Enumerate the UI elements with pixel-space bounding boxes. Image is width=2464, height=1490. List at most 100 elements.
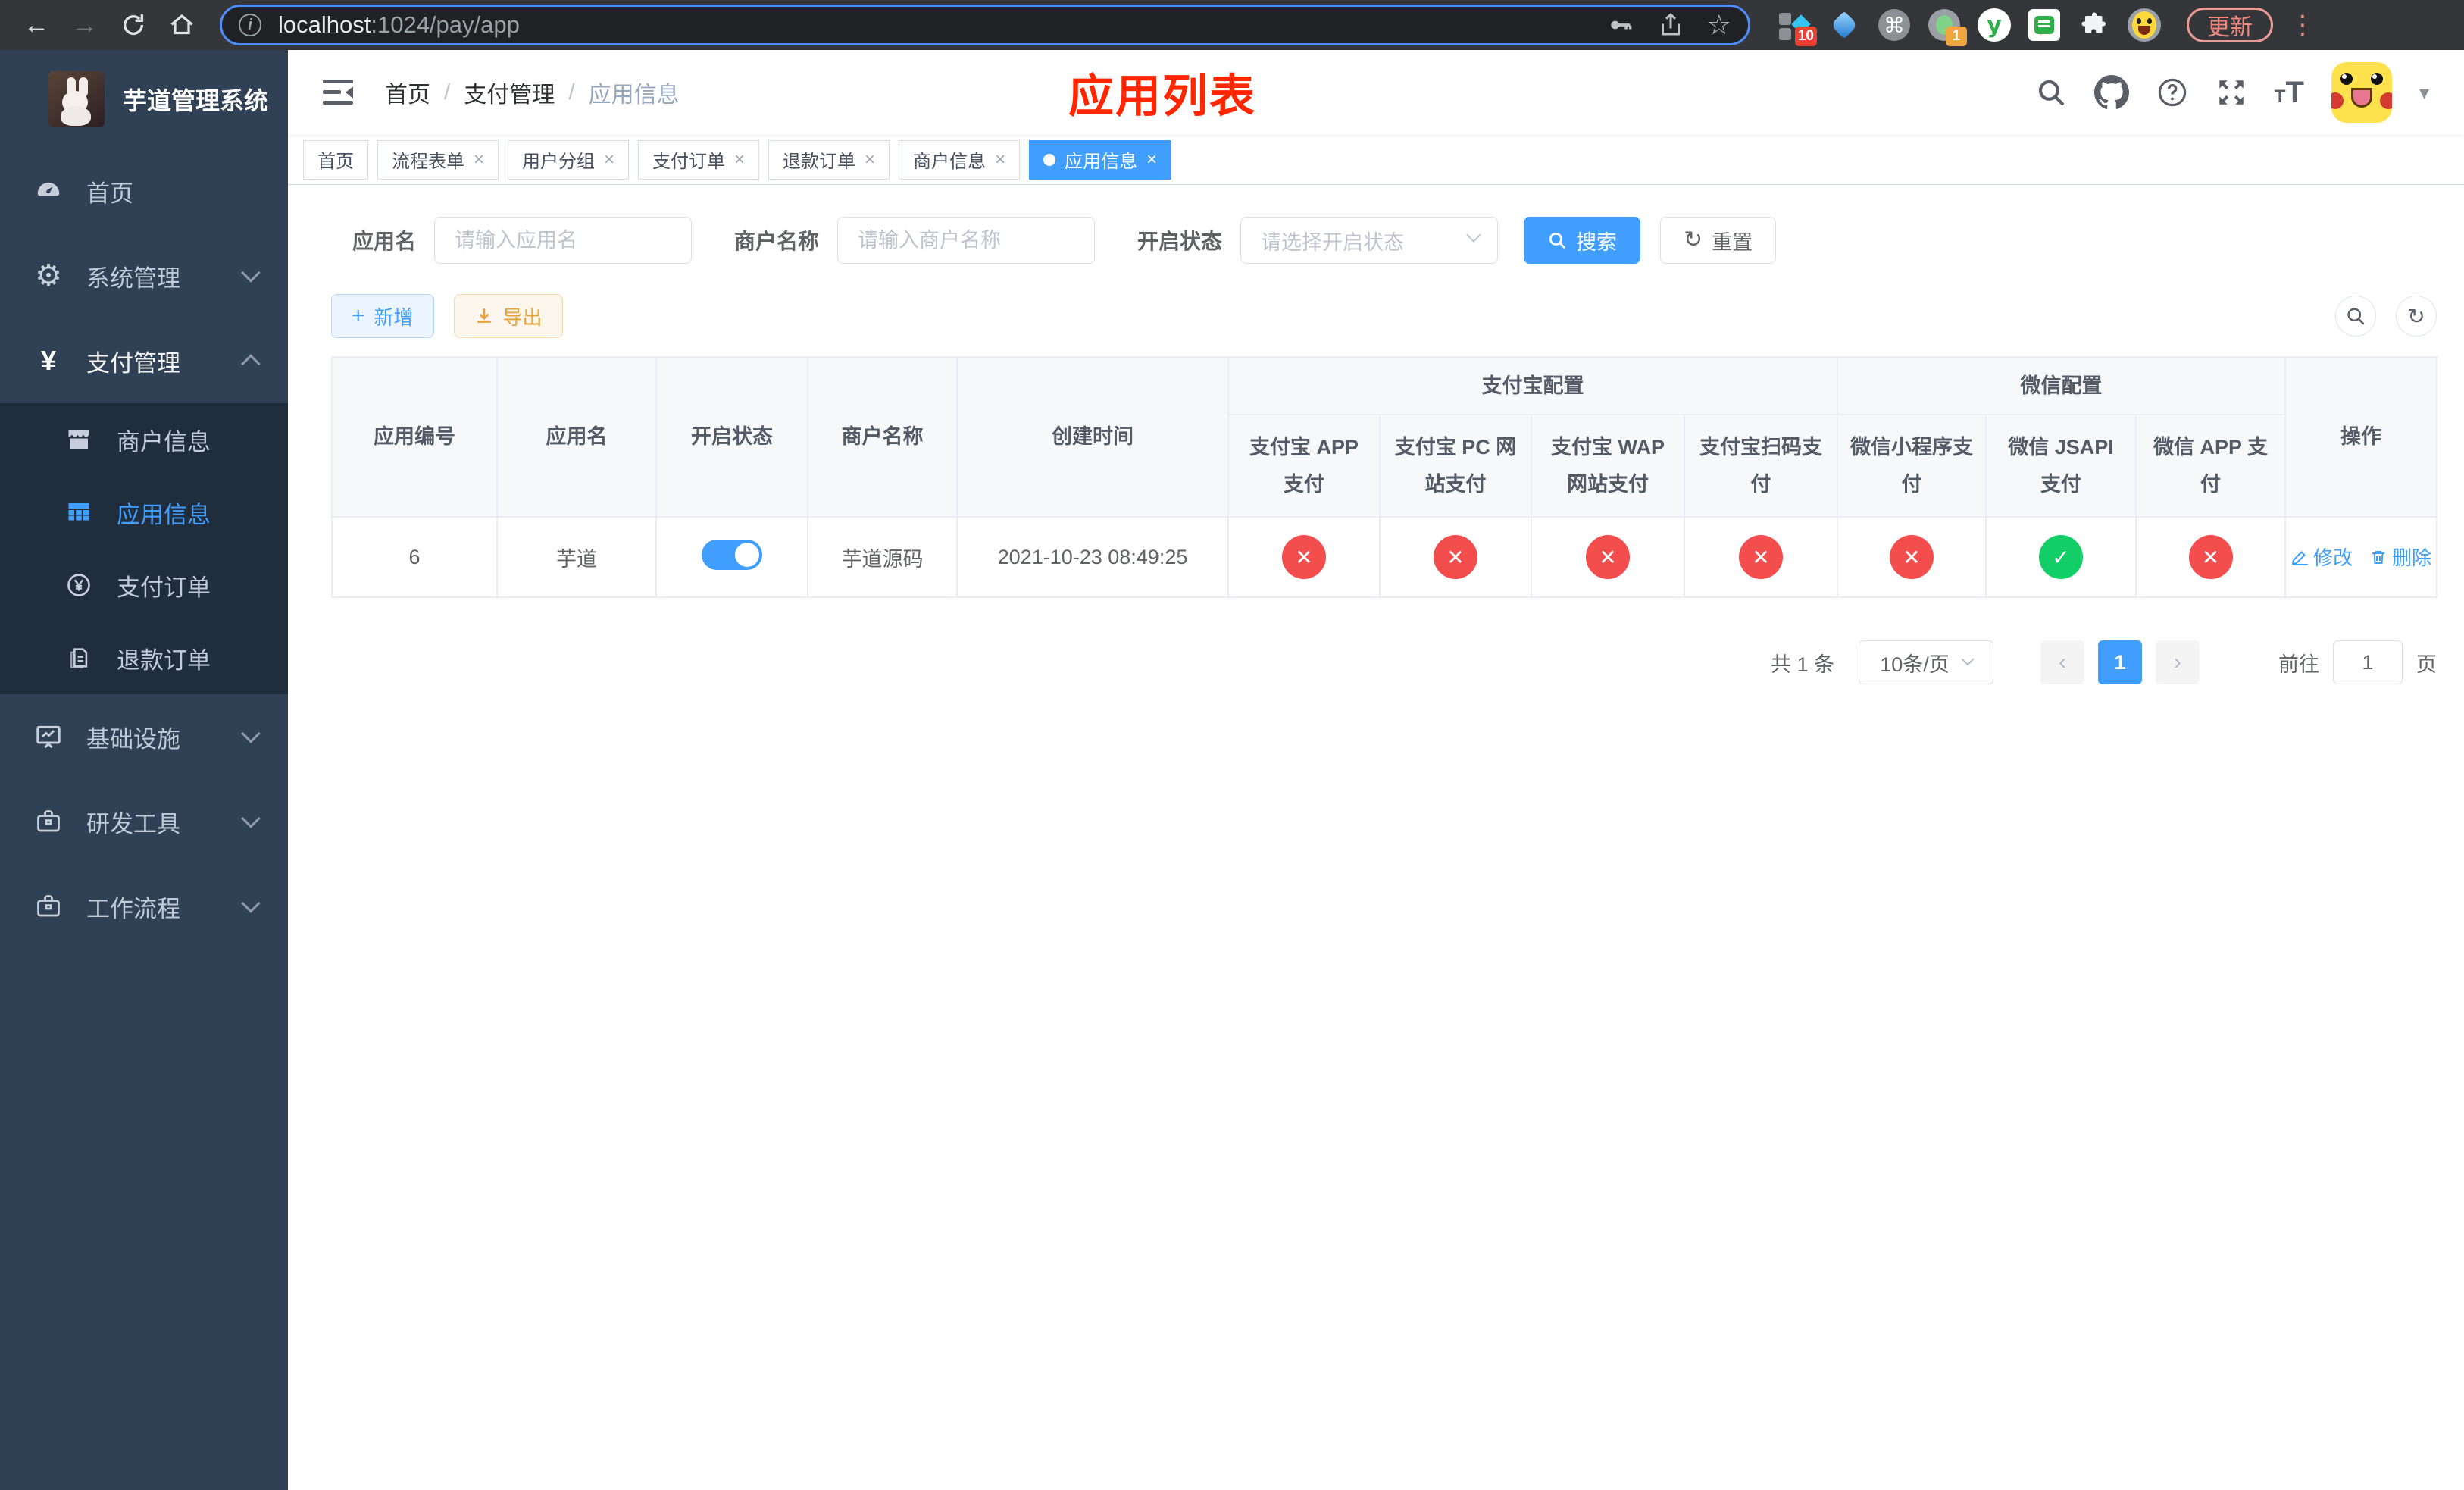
add-button[interactable]: + 新增 <box>331 294 434 338</box>
status-select[interactable]: 请选择开启状态 <box>1240 217 1499 264</box>
yen-circle-icon <box>61 571 97 599</box>
sidebar-item-pay-orders[interactable]: 支付订单 <box>0 549 288 621</box>
gear-icon: ⚙ <box>35 259 62 293</box>
browser-forward-button[interactable]: → <box>64 4 106 46</box>
sidebar-item-refund-orders[interactable]: 退款订单 <box>0 621 288 694</box>
user-avatar[interactable] <box>2331 62 2392 123</box>
col-header-operation: 操作 <box>2284 355 2437 518</box>
current-page-button[interactable]: 1 <box>2098 640 2142 685</box>
refresh-icon: ↻ <box>1684 227 1703 252</box>
col-header-channel: 支付宝 PC 网站支付 <box>1379 413 1532 518</box>
share-icon[interactable] <box>1657 11 1684 39</box>
y-extension-icon[interactable]: y <box>1978 8 2011 42</box>
refresh-table-button[interactable]: ↻ <box>2396 296 2437 337</box>
cell-status <box>655 516 808 599</box>
tab-app-info[interactable]: 应用信息 × <box>1029 139 1172 180</box>
close-icon[interactable]: × <box>604 149 614 171</box>
proxy-extension-icon[interactable]: 1 <box>1928 8 1967 46</box>
edit-button[interactable]: 修改 <box>2290 543 2353 571</box>
site-info-icon[interactable]: i <box>239 14 261 36</box>
goto-label: 前往 <box>2278 653 2319 676</box>
close-icon[interactable]: × <box>865 149 875 171</box>
close-icon[interactable]: × <box>734 149 745 171</box>
tab-merchant-info[interactable]: 商户信息 × <box>899 139 1021 180</box>
chevron-down-icon <box>241 894 261 913</box>
bookmark-star-icon[interactable]: ☆ <box>1707 11 1731 39</box>
cell-created: 2021-10-23 08:49:25 <box>956 516 1229 599</box>
sidebar-item-app-info[interactable]: 应用信息 <box>0 476 288 549</box>
search-icon[interactable] <box>2035 77 2067 108</box>
sidebar-item-label: 研发工具 <box>86 810 180 837</box>
emoji-extension-icon[interactable] <box>2128 8 2161 42</box>
extensions-puzzle-icon[interactable] <box>2078 8 2111 42</box>
sidebar-item-merchant-info[interactable]: 商户信息 <box>0 403 288 476</box>
chevron-down-icon <box>241 724 261 743</box>
close-icon[interactable]: × <box>1146 149 1157 171</box>
browser-home-button[interactable] <box>161 4 203 46</box>
tab-refund-orders[interactable]: 退款订单 × <box>768 139 890 180</box>
sidebar-collapse-button[interactable] <box>323 80 353 105</box>
col-header-app-id: 应用编号 <box>331 355 498 518</box>
col-header-channel: 微信 JSAPI 支付 <box>1985 413 2137 518</box>
address-bar[interactable]: i localhost:1024/pay/app ☆ <box>220 5 1750 45</box>
col-header-channel: 支付宝 APP 支付 <box>1227 413 1381 518</box>
status-x-icon: ✕ <box>1739 535 1783 580</box>
pagination-total: 共 1 条 <box>1770 653 1834 676</box>
sidebar-item-system[interactable]: ⚙ 系统管理 <box>0 233 288 318</box>
help-icon[interactable] <box>2156 77 2188 108</box>
next-page-button[interactable]: › <box>2156 640 2200 685</box>
sidebar-item-label: 工作流程 <box>86 895 180 922</box>
tab-process-form[interactable]: 流程表单 × <box>377 139 499 180</box>
export-button[interactable]: 导出 <box>453 294 563 338</box>
avatar-caret-icon[interactable]: ▾ <box>2419 81 2429 105</box>
close-icon[interactable]: × <box>995 149 1005 171</box>
app-logo-row[interactable]: 芋道管理系统 <box>0 50 288 149</box>
status-x-icon: ✕ <box>1586 535 1630 580</box>
cell-channel-alipay-wap: ✕ <box>1531 516 1685 599</box>
github-icon[interactable] <box>2093 75 2129 110</box>
app-name-input[interactable] <box>434 217 693 264</box>
grid-icon <box>61 499 97 526</box>
page-size-select[interactable]: 10条/页 <box>1859 640 1993 685</box>
password-key-icon[interactable] <box>1606 11 1634 39</box>
browser-back-button[interactable]: ← <box>15 4 58 46</box>
breadcrumb-current: 应用信息 <box>588 83 680 108</box>
sidebar-item-label: 基础设施 <box>86 725 180 753</box>
enabled-toggle[interactable] <box>702 539 762 570</box>
fullscreen-icon[interactable] <box>2215 77 2247 108</box>
sidebar-item-dev-tools[interactable]: 研发工具 <box>0 779 288 864</box>
prev-page-button[interactable]: ‹ <box>2040 640 2084 685</box>
sidebar-item-label: 支付订单 <box>117 574 211 601</box>
edit-pencil-icon <box>2291 551 2308 565</box>
browser-update-button[interactable]: 更新 <box>2187 8 2273 42</box>
tab-pay-orders[interactable]: 支付订单 × <box>638 139 760 180</box>
font-size-icon[interactable]: TT <box>2275 76 2304 110</box>
reset-button[interactable]: ↻ 重置 <box>1660 217 1777 264</box>
userscript-extension-icon[interactable]: 10 <box>1778 8 1817 46</box>
app-title: 芋道管理系统 <box>123 87 269 114</box>
search-button[interactable]: 搜索 <box>1524 217 1641 264</box>
table-toolbar: + 新增 导出 ↻ <box>331 294 2437 338</box>
cell-channel-alipay-pc: ✕ <box>1379 516 1532 599</box>
delete-button[interactable]: 删除 <box>2369 543 2431 571</box>
refresh-icon: ↻ <box>2407 304 2425 328</box>
sidebar-item-label: 支付管理 <box>86 349 180 377</box>
kite-extension-icon[interactable] <box>1828 8 1861 42</box>
browser-menu-icon[interactable]: ⋮ <box>2290 12 2315 37</box>
chat-extension-icon[interactable] <box>2028 8 2061 42</box>
merchant-name-input[interactable] <box>837 217 1096 264</box>
show-search-button[interactable] <box>2335 296 2376 337</box>
sidebar-item-workflow[interactable]: 工作流程 <box>0 864 288 949</box>
sidebar-item-infrastructure[interactable]: 基础设施 <box>0 694 288 779</box>
sidebar-item-home[interactable]: 首页 <box>0 149 288 233</box>
tab-home[interactable]: 首页 <box>303 139 368 180</box>
breadcrumb-payment[interactable]: 支付管理 <box>464 76 555 109</box>
tab-user-group[interactable]: 用户分组 × <box>508 139 630 180</box>
browser-reload-button[interactable] <box>112 4 155 46</box>
breadcrumb-home[interactable]: 首页 <box>385 76 430 109</box>
command-extension-icon[interactable]: ⌘ <box>1878 8 1911 42</box>
close-icon[interactable]: × <box>474 149 484 171</box>
goto-page-input[interactable] <box>2333 640 2403 685</box>
top-navbar: 首页 / 支付管理 / 应用信息 应用列表 TT ▾ <box>288 50 2464 135</box>
sidebar-item-payment[interactable]: ¥ 支付管理 <box>0 318 288 403</box>
